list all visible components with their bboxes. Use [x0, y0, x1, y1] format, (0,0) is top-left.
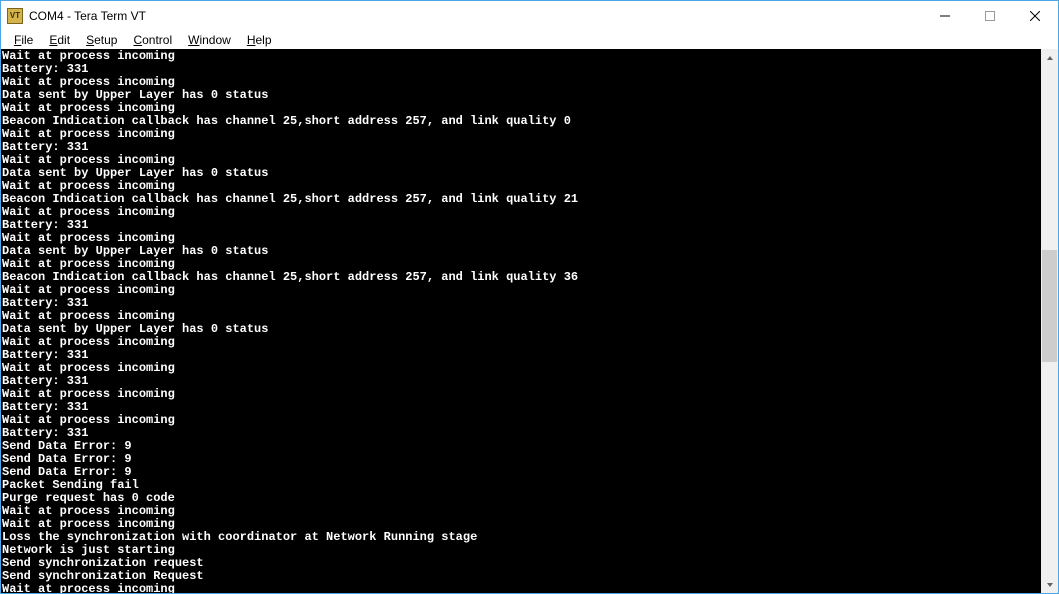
menu-edit[interactable]: Edit [42, 31, 77, 49]
scroll-track[interactable] [1041, 66, 1058, 576]
window-title: COM4 - Tera Term VT [29, 9, 146, 23]
menubar: File Edit Setup Control Window Help [1, 30, 1058, 49]
scroll-thumb[interactable] [1042, 250, 1057, 362]
minimize-button[interactable] [922, 1, 967, 30]
maximize-button[interactable] [967, 1, 1012, 30]
titlebar[interactable]: VT COM4 - Tera Term VT [1, 1, 1058, 30]
window-controls [922, 1, 1058, 30]
scroll-down-button[interactable] [1041, 576, 1058, 593]
menu-help[interactable]: Help [240, 31, 279, 49]
menu-window[interactable]: Window [181, 31, 238, 49]
menu-file[interactable]: File [7, 31, 40, 49]
terminal-output[interactable]: Wait at process incoming Battery: 331 Wa… [1, 49, 1041, 593]
menu-setup[interactable]: Setup [79, 31, 124, 49]
app-icon: VT [7, 8, 23, 24]
scroll-up-button[interactable] [1041, 49, 1058, 66]
close-button[interactable] [1012, 1, 1058, 30]
menu-control[interactable]: Control [126, 31, 179, 49]
app-window: VT COM4 - Tera Term VT File Edit Setup C… [0, 0, 1059, 594]
scrollbar[interactable] [1041, 49, 1058, 593]
terminal-area: Wait at process incoming Battery: 331 Wa… [1, 49, 1058, 593]
